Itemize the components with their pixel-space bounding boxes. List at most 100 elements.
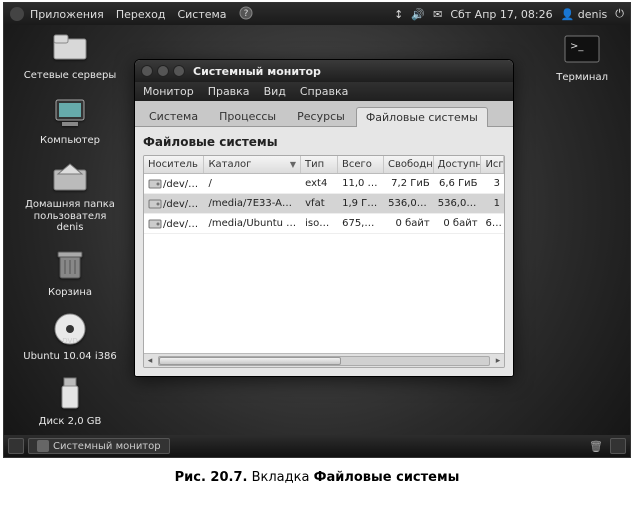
desktop-screenshot: Приложения Переход Система ? ↕ 🔊 ✉ Сбт А… (3, 2, 631, 458)
volume-icon[interactable]: 🔊 (411, 8, 425, 21)
window-menubar: Монитор Правка Вид Справка (135, 82, 513, 101)
cell-free: 0 байт (384, 216, 434, 231)
col-type[interactable]: Тип (301, 156, 338, 173)
icon-label: Корзина (48, 287, 92, 298)
col-device[interactable]: Носитель (144, 156, 204, 173)
system-monitor-window: Системный монитор Монитор Правка Вид Спр… (134, 59, 514, 377)
desktop-icon-trash[interactable]: Корзина (20, 246, 120, 299)
col-available[interactable]: Доступно (434, 156, 482, 173)
cell-device: /dev/sr0 (144, 216, 204, 232)
menu-help[interactable]: Справка (300, 85, 348, 98)
table-row[interactable]: /dev/sr0/media/Ubuntu 10.04 i386iso96606… (144, 214, 504, 234)
tab-bar: Система Процессы Ресурсы Файловые систем… (135, 101, 513, 127)
distro-logo-icon[interactable] (10, 7, 24, 21)
folder-network-icon (49, 29, 91, 67)
figure-caption: Рис. 20.7. Вкладка Файловые системы (0, 458, 634, 497)
col-directory[interactable]: Каталог▼ (204, 156, 301, 173)
desktop-icon-computer[interactable]: Компьютер (20, 94, 120, 147)
taskbar-app-label: Системный монитор (53, 441, 161, 452)
cell-total: 675,1 МиБ (338, 216, 384, 231)
mail-icon[interactable]: ✉ (433, 8, 442, 21)
cell-total: 1,9 ГиБ (338, 196, 384, 211)
scroll-track[interactable] (158, 356, 490, 366)
cell-free: 7,2 ГиБ (384, 176, 434, 191)
bottom-panel: Системный монитор 🗑 (4, 435, 630, 457)
col-free[interactable]: Свободно (384, 156, 434, 173)
cell-type: iso9660 (301, 216, 338, 231)
cell-directory: / (204, 176, 301, 191)
user-menu[interactable]: 👤 denis (561, 8, 608, 21)
top-panel: Приложения Переход Система ? ↕ 🔊 ✉ Сбт А… (4, 3, 630, 25)
svg-text:?: ? (243, 9, 248, 19)
col-used[interactable]: Исп (481, 156, 504, 173)
tab-processes[interactable]: Процессы (209, 106, 286, 126)
cell-directory: /media/7E33-A58E (204, 196, 301, 211)
cell-used: 1 (482, 196, 504, 211)
menu-edit[interactable]: Правка (208, 85, 250, 98)
table-body[interactable]: /dev/sda1/ext411,0 ГиБ7,2 ГиБ6,6 ГиБ3/de… (144, 174, 504, 353)
desktop-icon-cdrom[interactable]: DVD Ubuntu 10.04 i386 (20, 310, 120, 363)
tab-system[interactable]: Система (139, 106, 208, 126)
icon-label: Домашняя папка пользователя denis (25, 199, 115, 233)
desktop-icon-terminal[interactable]: >_ Терминал (556, 33, 608, 83)
cell-used: 675, (482, 216, 504, 231)
tab-content: Файловые системы Носитель Каталог▼ Тип В… (135, 127, 513, 376)
taskbar-app-button[interactable]: Системный монитор (28, 438, 170, 454)
menu-view[interactable]: Вид (264, 85, 286, 98)
icon-label: Терминал (556, 72, 608, 83)
menu-monitor[interactable]: Монитор (143, 85, 194, 98)
svg-text:DVD: DVD (62, 337, 77, 345)
minimize-button[interactable] (157, 65, 169, 77)
app-icon (37, 440, 49, 452)
usb-drive-icon (49, 375, 91, 413)
clock[interactable]: Сбт Апр 17, 08:26 (450, 8, 552, 21)
show-desktop-button[interactable] (8, 438, 24, 454)
cell-free: 536,0 МиБ (384, 196, 434, 211)
desktop-icon-usb[interactable]: Диск 2,0 GB (20, 375, 120, 428)
table-row[interactable]: /dev/sda1/ext411,0 ГиБ7,2 ГиБ6,6 ГиБ3 (144, 174, 504, 194)
cell-available: 6,6 ГиБ (434, 176, 482, 191)
terminal-icon: >_ (561, 33, 603, 69)
cell-available: 536,0 МиБ (434, 196, 482, 211)
workspace-switcher[interactable] (610, 438, 626, 454)
menu-system[interactable]: Система (177, 8, 226, 21)
sort-indicator-icon: ▼ (290, 160, 296, 169)
panel-trash-icon[interactable]: 🗑 (588, 438, 604, 454)
section-title: Файловые системы (143, 135, 505, 149)
close-button[interactable] (141, 65, 153, 77)
window-titlebar[interactable]: Системный монитор (135, 60, 513, 82)
menu-places[interactable]: Переход (116, 8, 166, 21)
scroll-left-icon[interactable]: ◂ (144, 355, 156, 367)
table-header: Носитель Каталог▼ Тип Всего Свободно Дос… (144, 156, 504, 174)
help-icon[interactable]: ? (239, 6, 253, 23)
icon-label: Ubuntu 10.04 i386 (23, 351, 116, 362)
shutdown-icon[interactable]: ⏻ (615, 7, 624, 21)
icon-label: Диск 2,0 GB (39, 416, 102, 427)
tab-resources[interactable]: Ресурсы (287, 106, 355, 126)
window-title: Системный монитор (193, 65, 321, 78)
svg-text:>_: >_ (570, 41, 584, 52)
menu-applications[interactable]: Приложения (30, 8, 104, 21)
horizontal-scrollbar[interactable]: ◂ ▸ (144, 353, 504, 367)
table-row[interactable]: /dev/sdb1/media/7E33-A58Evfat1,9 ГиБ536,… (144, 194, 504, 214)
cell-device: /dev/sda1 (144, 176, 204, 192)
desktop-icon-network-servers[interactable]: Сетевые серверы (20, 29, 120, 82)
desktop-icon-home[interactable]: Домашняя папка пользователя denis (20, 158, 120, 234)
cell-total: 11,0 ГиБ (338, 176, 384, 191)
trash-icon (49, 246, 91, 284)
cell-device: /dev/sdb1 (144, 196, 204, 212)
caption-text: Вкладка (247, 470, 313, 485)
cell-available: 0 байт (434, 216, 482, 231)
network-icon[interactable]: ↕ (394, 8, 403, 21)
maximize-button[interactable] (173, 65, 185, 77)
scroll-thumb[interactable] (159, 357, 341, 365)
filesystems-table: Носитель Каталог▼ Тип Всего Свободно Дос… (143, 155, 505, 368)
user-name: denis (578, 8, 608, 21)
cell-type: ext4 (301, 176, 338, 191)
tab-filesystems[interactable]: Файловые системы (356, 107, 488, 127)
col-total[interactable]: Всего (338, 156, 384, 173)
cell-directory: /media/Ubuntu 10.04 i386 (204, 216, 301, 231)
desktop-icons-column: Сетевые серверы Компьютер Домашняя папка… (20, 29, 120, 439)
scroll-right-icon[interactable]: ▸ (492, 355, 504, 367)
dvd-icon: DVD (49, 310, 91, 348)
